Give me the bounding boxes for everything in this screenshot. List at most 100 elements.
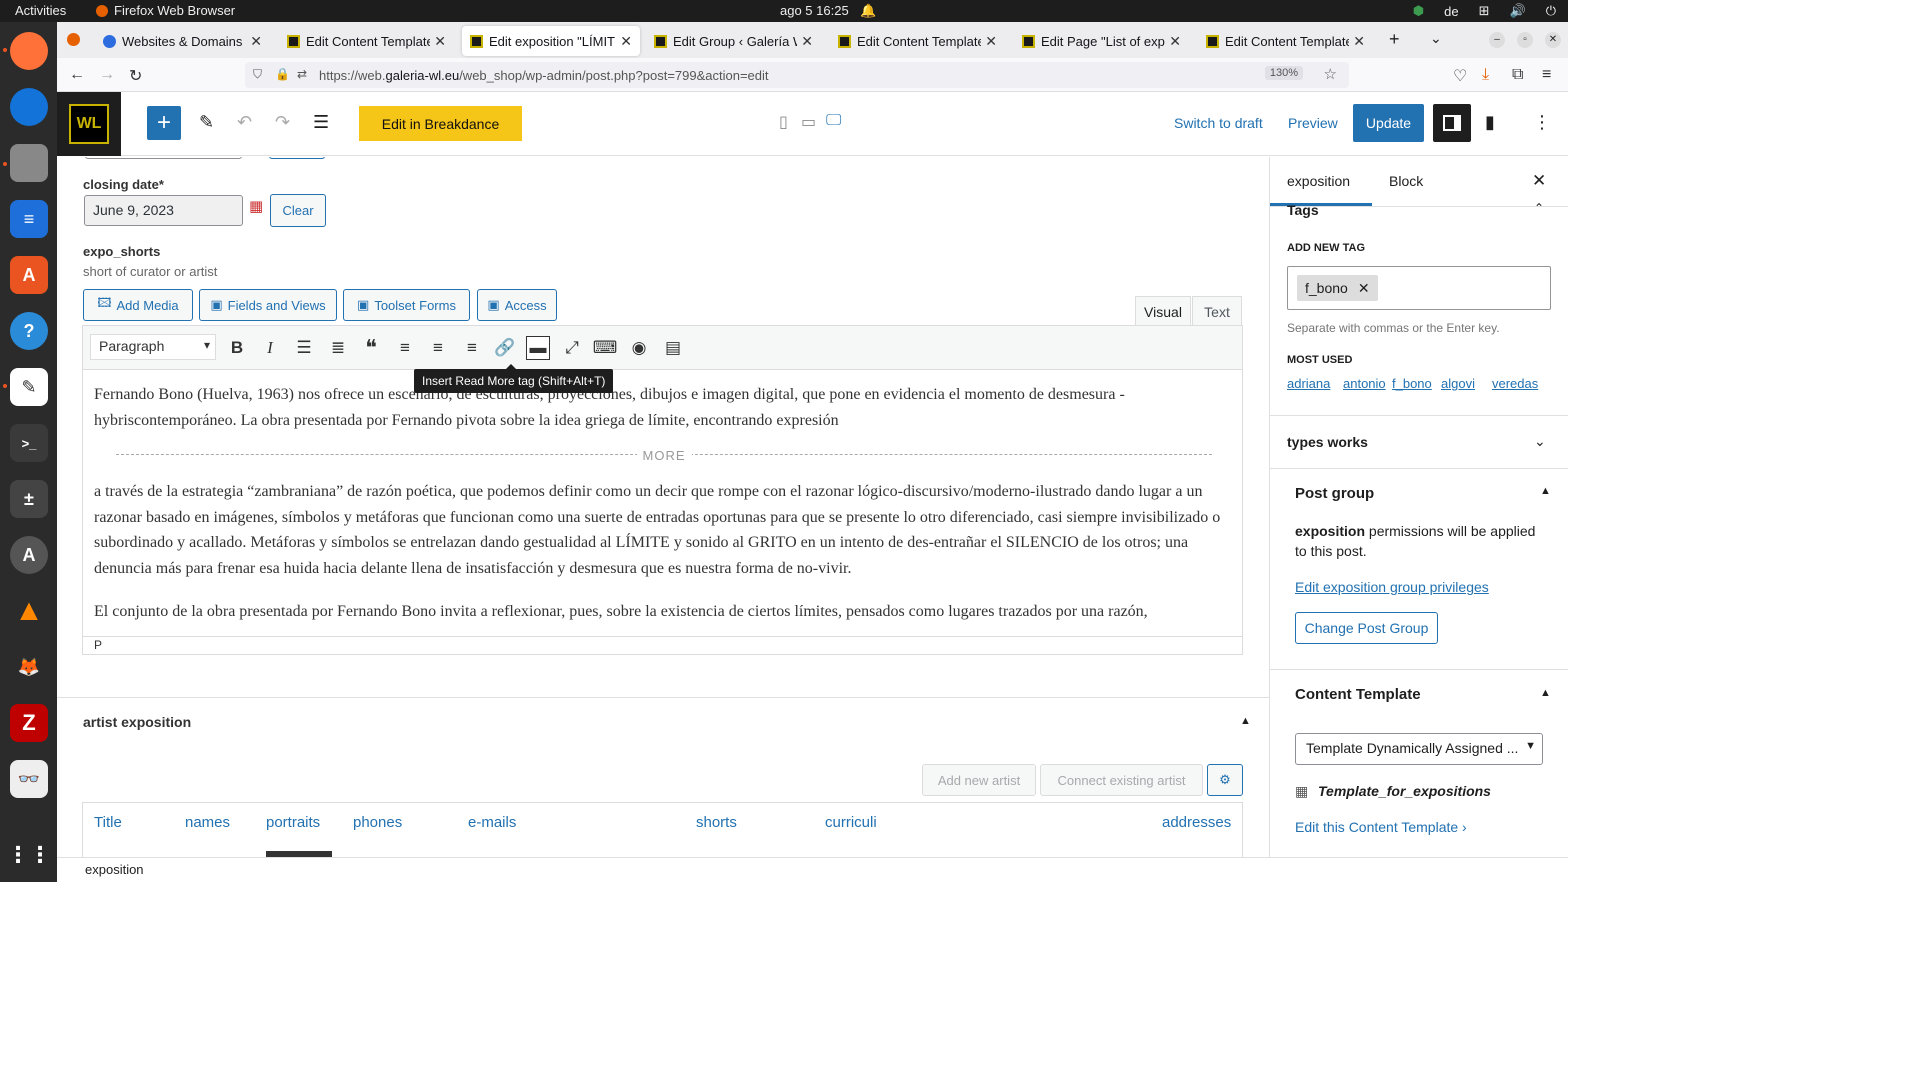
- column-header-portraits[interactable]: portraits: [266, 814, 320, 831]
- vlc-dock-icon[interactable]: ▲: [10, 592, 48, 630]
- add-new-artist-button[interactable]: Add new artist: [922, 764, 1036, 796]
- more-options-icon[interactable]: ⋮: [1533, 112, 1551, 133]
- undo-icon[interactable]: ↶: [237, 112, 252, 133]
- calculator-dock-icon[interactable]: ±: [10, 480, 48, 518]
- collapse-icon[interactable]: ▲: [1240, 715, 1251, 727]
- activities-button[interactable]: Activities: [15, 3, 66, 18]
- tab-post-settings[interactable]: exposition: [1287, 173, 1350, 189]
- column-header-shorts[interactable]: shorts: [696, 814, 737, 831]
- permissions-icon[interactable]: ⇄: [297, 67, 307, 81]
- tab-block-settings[interactable]: Block: [1389, 173, 1423, 189]
- list-tabs-icon[interactable]: ⌄: [1430, 30, 1442, 47]
- access-button[interactable]: ▣ Access: [477, 289, 557, 321]
- bookmark-star-icon[interactable]: ☆: [1324, 65, 1337, 83]
- close-icon[interactable]: ✕: [801, 33, 813, 50]
- align-center-icon[interactable]: ≡: [426, 336, 450, 360]
- files-dock-icon[interactable]: [10, 144, 48, 182]
- downloads-icon[interactable]: ⤓: [1482, 66, 1489, 84]
- show-apps-icon[interactable]: ⋮⋮: [7, 836, 51, 874]
- tab-edit-exposition[interactable]: Edit exposition "LÍMITES ✕: [462, 26, 640, 56]
- help-dock-icon[interactable]: ?: [10, 312, 48, 350]
- tag-chip[interactable]: f_bono ✕: [1297, 275, 1378, 301]
- column-header-addresses[interactable]: addresses: [1162, 814, 1231, 831]
- fullscreen-icon[interactable]: ⤢: [560, 336, 584, 360]
- editor-content[interactable]: Fernando Bono (Huelva, 1963) nos ofrece …: [94, 382, 1234, 643]
- zoom-level[interactable]: 130%: [1264, 66, 1303, 80]
- forward-icon[interactable]: →: [99, 66, 115, 84]
- toolset-forms-button[interactable]: ▣ Toolset Forms: [343, 289, 470, 321]
- close-icon[interactable]: ✕: [620, 33, 632, 50]
- collapse-icon[interactable]: ▲: [1540, 687, 1551, 699]
- column-header-names[interactable]: names: [185, 814, 230, 831]
- add-block-button[interactable]: +: [147, 106, 181, 140]
- redo-icon[interactable]: ↷: [275, 112, 290, 133]
- edit-in-breakdance-button[interactable]: Edit in Breakdance: [359, 106, 522, 141]
- connect-existing-artist-button[interactable]: Connect existing artist: [1040, 764, 1203, 796]
- remove-tag-icon[interactable]: ✕: [1358, 280, 1370, 297]
- add-media-button[interactable]: 🖾 Add Media: [83, 289, 193, 321]
- keyboard-icon[interactable]: ⌨: [593, 336, 618, 360]
- edit-tool-icon[interactable]: ✎: [199, 112, 214, 133]
- reload-icon[interactable]: ↻: [129, 66, 142, 86]
- close-icon[interactable]: ✕: [1353, 33, 1365, 50]
- most-used-tag[interactable]: veredas: [1492, 376, 1538, 391]
- tab-edit-content-template-3[interactable]: Edit Content Template "T ✕: [1198, 26, 1373, 56]
- tracking-shield-icon[interactable]: ⛉: [253, 67, 262, 82]
- read-more-icon[interactable]: ▬: [526, 336, 550, 360]
- new-tab-icon[interactable]: +: [1389, 29, 1400, 50]
- pocket-icon[interactable]: ♡: [1453, 66, 1467, 86]
- most-used-tag[interactable]: f_bono: [1392, 376, 1432, 391]
- preview-button[interactable]: Preview: [1288, 115, 1338, 131]
- back-icon[interactable]: ←: [69, 66, 85, 84]
- document-overview-icon[interactable]: ☰: [313, 112, 329, 133]
- extensions-icon[interactable]: ⧉: [1512, 66, 1523, 84]
- bullet-list-icon[interactable]: ☰: [292, 336, 316, 360]
- toolset-view-icon[interactable]: ◉: [627, 336, 651, 360]
- most-used-tag[interactable]: algovi: [1441, 376, 1475, 391]
- close-icon[interactable]: ✕: [985, 33, 997, 50]
- content-template-panel-title[interactable]: Content Template: [1295, 686, 1421, 703]
- tab-edit-content-template-2[interactable]: Edit Content Template "T ✕: [830, 26, 1005, 56]
- software-dock-icon[interactable]: A: [10, 256, 48, 294]
- block-breadcrumb[interactable]: exposition: [57, 857, 1568, 882]
- app-menu[interactable]: Firefox Web Browser: [96, 3, 235, 18]
- gear-icon[interactable]: ⚙: [1207, 764, 1243, 796]
- numbered-list-icon[interactable]: ≣: [326, 336, 350, 360]
- menu-icon[interactable]: ≡: [1542, 66, 1551, 84]
- toolset-form-icon[interactable]: ▤: [661, 336, 685, 360]
- most-used-tag[interactable]: adriana: [1287, 376, 1330, 391]
- lock-icon[interactable]: 🔒: [275, 67, 290, 81]
- system-tray[interactable]: ⬢ de ⊞ 🔊 ⏻: [1413, 3, 1556, 19]
- settings-sidebar-toggle[interactable]: [1433, 104, 1471, 142]
- column-header-curriculi[interactable]: curriculi: [825, 814, 877, 831]
- post-group-panel-title[interactable]: Post group: [1295, 485, 1374, 502]
- clock[interactable]: ago 5 16:25: [780, 3, 849, 18]
- edit-group-privileges-link[interactable]: Edit exposition group privileges: [1295, 579, 1489, 595]
- terminal-dock-icon[interactable]: >_: [10, 424, 48, 462]
- firefox-dock-icon[interactable]: [10, 32, 48, 70]
- plugin-icon[interactable]: ▮: [1485, 112, 1495, 133]
- link-icon[interactable]: 🔗: [493, 336, 517, 360]
- minimize-icon[interactable]: –: [1489, 32, 1505, 48]
- bold-icon[interactable]: B: [225, 336, 249, 360]
- filezilla-dock-icon[interactable]: Z: [10, 704, 48, 742]
- maximize-icon[interactable]: ▫: [1517, 32, 1533, 48]
- tab-websites-domains[interactable]: Websites & Domains - Ple ✕: [95, 26, 270, 56]
- column-header-emails[interactable]: e-mails: [468, 814, 516, 831]
- fields-and-views-button[interactable]: ▣ Fields and Views: [199, 289, 337, 321]
- tag-input[interactable]: f_bono ✕: [1287, 266, 1551, 310]
- most-used-tag[interactable]: antonio: [1343, 376, 1386, 391]
- desktop-preview-icon[interactable]: 🖵: [826, 112, 841, 130]
- format-select[interactable]: Paragraph: [90, 334, 216, 360]
- update-button[interactable]: Update: [1353, 104, 1424, 142]
- mobile-preview-icon[interactable]: ▯: [779, 112, 788, 132]
- italic-icon[interactable]: I: [258, 336, 282, 360]
- tab-edit-page-list[interactable]: Edit Page "List of exposit ✕: [1014, 26, 1189, 56]
- clear-date-button[interactable]: Clear: [270, 194, 326, 227]
- tab-text[interactable]: Text: [1192, 296, 1242, 326]
- tablet-preview-icon[interactable]: ▭: [801, 112, 816, 132]
- url-bar[interactable]: ⛉ 🔒 ⇄ https://web.galeria-wl.eu/web_shop…: [245, 62, 1349, 88]
- closing-date-input[interactable]: June 9, 2023: [84, 195, 243, 226]
- template-select[interactable]: Template Dynamically Assigned ... ▼: [1295, 733, 1543, 765]
- firefox-view-icon[interactable]: [67, 33, 80, 46]
